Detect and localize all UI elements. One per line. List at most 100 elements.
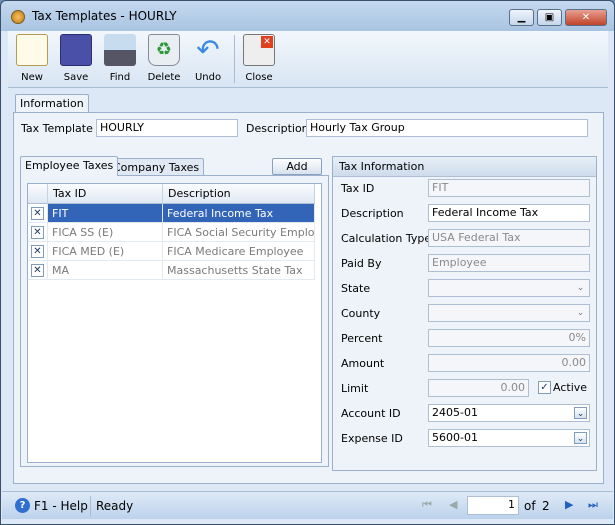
- delete-button[interactable]: ♻ Delete: [142, 34, 186, 83]
- of-label: of: [524, 499, 536, 513]
- new-button[interactable]: New: [10, 34, 54, 83]
- grid-header-tax-id[interactable]: Tax ID: [48, 184, 163, 204]
- limit-value: 0.00: [500, 381, 526, 394]
- account-id-dropdown[interactable]: 2405-01 ⌄: [428, 404, 590, 422]
- tax-id-value: FIT: [432, 181, 449, 194]
- maximize-button[interactable]: ▣: [537, 9, 562, 26]
- tax-grid: Tax ID Description ✕ FIT Federal Income …: [27, 183, 322, 463]
- description-cell[interactable]: FICA Social Security Employee: [163, 223, 315, 242]
- delete-row-icon[interactable]: ✕: [31, 245, 44, 258]
- tax-id-input[interactable]: FIT: [428, 179, 590, 197]
- limit-label: Limit: [341, 382, 369, 395]
- percent-value: 0%: [568, 331, 586, 344]
- tax-id-cell[interactable]: FIT: [48, 204, 163, 223]
- active-checkbox[interactable]: ✓: [538, 381, 551, 394]
- paid-by-label: Paid By: [341, 257, 382, 270]
- tax-template-label: Tax Template: [21, 122, 93, 135]
- save-label: Save: [63, 72, 89, 83]
- find-button[interactable]: Find: [98, 34, 142, 83]
- paid-by-input[interactable]: Employee: [428, 254, 590, 272]
- recycle-bin-icon: ♻: [148, 34, 180, 66]
- help-text[interactable]: F1 - Help: [34, 499, 88, 513]
- tax-id-cell[interactable]: FICA SS (E): [48, 223, 163, 242]
- expense-id-dropdown[interactable]: 5600-01 ⌄: [428, 429, 590, 447]
- window-title: Tax Templates - HOURLY: [32, 9, 177, 23]
- limit-input[interactable]: 0.00: [428, 379, 529, 397]
- undo-arrow-icon: ↶: [196, 33, 220, 66]
- row-select-cell[interactable]: ✕: [28, 261, 48, 280]
- description-value: Federal Income Tax: [432, 206, 539, 219]
- status-separator: [90, 496, 91, 516]
- chevron-down-icon[interactable]: ⌄: [574, 307, 587, 319]
- undo-button[interactable]: ↶ Undo: [186, 33, 230, 84]
- find-label: Find: [109, 72, 131, 83]
- row-select-cell[interactable]: ✕: [28, 204, 48, 223]
- state-dropdown[interactable]: ⌄: [428, 279, 590, 297]
- last-page-icon[interactable]: ⏭: [588, 498, 598, 512]
- description-input[interactable]: Federal Income Tax: [428, 204, 590, 222]
- tab-information[interactable]: Information: [15, 94, 89, 113]
- description-cell[interactable]: Federal Income Tax: [163, 204, 315, 223]
- save-button[interactable]: Save: [54, 34, 98, 83]
- calculation-type-value: USA Federal Tax: [432, 231, 521, 244]
- close-window-button[interactable]: ✕: [565, 9, 607, 26]
- delete-row-icon[interactable]: ✕: [31, 207, 44, 220]
- undo-label: Undo: [194, 72, 222, 83]
- window: Tax Templates - HOURLY ▁ ▣ ✕ New Save Fi…: [0, 0, 615, 525]
- amount-input[interactable]: 0.00: [428, 354, 590, 372]
- account-id-label: Account ID: [341, 407, 401, 420]
- state-label: State: [341, 282, 371, 295]
- grid-header-select: [28, 184, 48, 204]
- tax-information-title: Tax Information: [333, 157, 596, 177]
- title-bar: Tax Templates - HOURLY ▁ ▣ ✕: [1, 1, 614, 31]
- description-input[interactable]: Hourly Tax Group: [306, 119, 588, 137]
- amount-label: Amount: [341, 357, 385, 370]
- chevron-down-icon[interactable]: ⌄: [574, 407, 587, 419]
- status-bar: ? F1 - Help Ready ⏮ ◀ 1 of 2 ▶ ⏭: [2, 491, 613, 519]
- close-document-icon: ✕: [243, 34, 275, 66]
- delete-row-icon[interactable]: ✕: [31, 226, 44, 239]
- account-id-value: 2405-01: [432, 406, 478, 419]
- delete-row-icon[interactable]: ✕: [31, 264, 44, 277]
- status-text: Ready: [96, 499, 134, 513]
- tax-id-cell[interactable]: MA: [48, 261, 163, 280]
- calculation-type-input[interactable]: USA Federal Tax: [428, 229, 590, 247]
- new-document-icon: [16, 34, 48, 66]
- description-label: Description: [246, 122, 309, 135]
- toolbar: New Save Find ♻ Delete ↶ Undo ✕ Close: [8, 31, 608, 88]
- county-label: County: [341, 307, 381, 320]
- county-dropdown[interactable]: ⌄: [428, 304, 590, 322]
- binoculars-icon: [104, 34, 136, 66]
- row-select-cell[interactable]: ✕: [28, 223, 48, 242]
- first-page-icon[interactable]: ⏮: [422, 498, 432, 512]
- page-number-input[interactable]: 1: [467, 496, 519, 515]
- table-row[interactable]: ✕ FICA MED (E) FICA Medicare Employee: [28, 242, 315, 261]
- table-row[interactable]: ✕ MA Massachusetts State Tax: [28, 261, 315, 280]
- tax-id-cell[interactable]: FICA MED (E): [48, 242, 163, 261]
- next-page-icon[interactable]: ▶: [565, 498, 573, 511]
- row-select-cell[interactable]: ✕: [28, 242, 48, 261]
- previous-page-icon[interactable]: ◀: [449, 498, 457, 511]
- floppy-disk-icon: [60, 34, 92, 66]
- tab-company-taxes[interactable]: Company Taxes: [108, 158, 205, 175]
- table-row[interactable]: ✕ FICA SS (E) FICA Social Security Emplo…: [28, 223, 315, 242]
- description-cell[interactable]: Massachusetts State Tax: [163, 261, 315, 280]
- active-label: Active: [553, 381, 588, 394]
- table-row[interactable]: ✕ FIT Federal Income Tax: [28, 204, 315, 223]
- expense-id-value: 5600-01: [432, 431, 478, 444]
- expense-id-label: Expense ID: [341, 432, 403, 445]
- tax-template-input[interactable]: HOURLY: [96, 119, 238, 137]
- add-button[interactable]: Add: [272, 158, 322, 175]
- description-cell[interactable]: FICA Medicare Employee: [163, 242, 315, 261]
- chevron-down-icon[interactable]: ⌄: [574, 282, 587, 294]
- calculation-type-label: Calculation Type: [341, 232, 432, 245]
- grid-header-description[interactable]: Description: [163, 184, 315, 204]
- minimize-button[interactable]: ▁: [509, 9, 534, 26]
- close-button[interactable]: ✕ Close: [237, 34, 281, 83]
- tab-employee-taxes[interactable]: Employee Taxes: [20, 156, 119, 176]
- close-label: Close: [245, 72, 273, 83]
- help-icon[interactable]: ?: [15, 498, 30, 513]
- percent-input[interactable]: 0%: [428, 329, 590, 347]
- chevron-down-icon[interactable]: ⌄: [574, 432, 587, 444]
- new-label: New: [21, 72, 43, 83]
